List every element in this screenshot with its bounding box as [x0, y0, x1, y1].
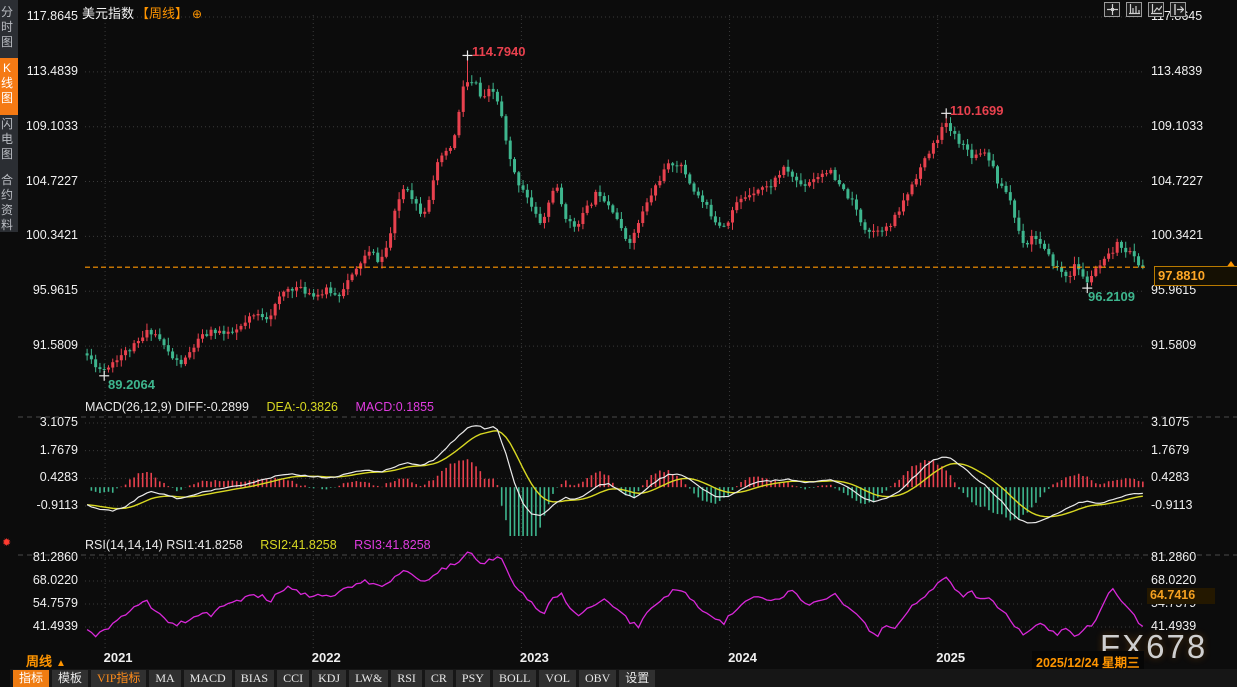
toolbar-button-设置[interactable]: 设置 [619, 670, 655, 687]
price-axis-tick-left: 117.8645 [14, 9, 78, 23]
trend-scale-icon[interactable] [1148, 2, 1164, 17]
crosshair-icon[interactable] [1104, 2, 1120, 17]
sidebar-tab-4[interactable]: 合约资料 [0, 170, 18, 243]
toolbar-button-CR[interactable]: CR [425, 670, 453, 687]
toolbar-button-CCI[interactable]: CCI [277, 670, 309, 687]
left-sidebar: 分时图K线图闪电图合约资料 ✹ [0, 0, 18, 649]
sidebar-tab-2[interactable]: K线图 [0, 58, 18, 115]
macd-dea-value: DEA:-0.3826 [266, 400, 338, 414]
annotation-low-2021: 89.2064 [108, 377, 155, 392]
price-axis-tick-left: 104.7227 [14, 174, 78, 188]
add-compare-icon[interactable]: ⊕ [192, 7, 202, 21]
toolbar-button-LW&[interactable]: LW& [349, 670, 388, 687]
macd-axis-tick-right: -0.9113 [1151, 498, 1192, 512]
rsi-panel-header: RSI(14,14,14) RSI1:41.8258 RSI2:41.8258 … [85, 538, 431, 552]
price-axis-tick-right: 91.5809 [1151, 338, 1196, 352]
rsi-axis-tick-left: 81.2860 [14, 550, 78, 564]
annotation-high-2025: 110.1699 [950, 103, 1004, 118]
rsi1-value: RSI(14,14,14) RSI1:41.8258 [85, 538, 243, 552]
toolbar-button-MA[interactable]: MA [149, 670, 180, 687]
price-axis-tick-right: 104.7227 [1151, 174, 1203, 188]
price-axis-tick-left: 95.9615 [14, 283, 78, 297]
rsi2-value: RSI2:41.8258 [260, 538, 336, 552]
period-selector[interactable]: 周线 ▲ [26, 651, 66, 670]
rsi-axis-tick-left: 68.0220 [14, 573, 78, 587]
period-arrow-icon: ▲ [56, 658, 66, 669]
symbol-name: 美元指数 [82, 6, 134, 21]
toolbar-button-MACD[interactable]: MACD [184, 670, 232, 687]
annotation-high-2022: 114.7940 [472, 44, 526, 59]
rsi-axis-tick-right: 68.0220 [1151, 573, 1196, 587]
toolbar-button-指标[interactable]: 指标 [13, 670, 49, 687]
macd-axis-tick-left: 3.1075 [14, 415, 78, 429]
period-tag: 【周线】 [136, 6, 188, 21]
toolbar-button-PSY[interactable]: PSY [456, 670, 490, 687]
macd-panel-header: MACD(26,12,9) DIFF:-0.2899 DEA:-0.3826 M… [85, 400, 434, 414]
sidebar-tab-3[interactable]: 闪电图 [0, 114, 18, 171]
macd-axis-tick-right: 0.4283 [1151, 470, 1189, 484]
price-axis-tick-left: 91.5809 [14, 338, 78, 352]
macd-axis-tick-right: 1.7679 [1151, 443, 1189, 457]
toolbar-button-BOLL[interactable]: BOLL [493, 670, 536, 687]
chart-app: 分时图K线图闪电图合约资料 ✹ 美元指数【周线】⊕ 117.8645117.86… [0, 0, 1237, 687]
rsi-axis-tick-right: 81.2860 [1151, 550, 1196, 564]
price-axis-tick-right: 113.4839 [1151, 64, 1202, 78]
live-indicator-icon[interactable]: ✹ [2, 536, 11, 549]
chart-canvas[interactable] [0, 0, 1237, 650]
macd-diff-value: MACD(26,12,9) DIFF:-0.2899 [85, 400, 249, 414]
rsi3-value: RSI3:41.8258 [354, 538, 430, 552]
pane-expand-icon[interactable] [1170, 2, 1186, 17]
xaxis-year-label: 2021 [88, 650, 148, 665]
toolbar-button-模板[interactable]: 模板 [52, 670, 88, 687]
macd-axis-tick-left: 1.7679 [14, 443, 78, 457]
period-selector-label: 周线 [26, 654, 52, 669]
toolbar-button-VIP指标[interactable]: VIP指标 [91, 670, 146, 687]
rsi-axis-marker: 64.7416 [1147, 588, 1215, 604]
axis-scale-icon[interactable] [1126, 2, 1142, 17]
price-axis-tick-left: 100.3421 [14, 228, 78, 242]
macd-axis-tick-left: 0.4283 [14, 470, 78, 484]
toolbar-button-KDJ[interactable]: KDJ [312, 670, 346, 687]
chart-toolbuttons [1104, 2, 1186, 17]
price-axis-tick-right: 109.1033 [1151, 119, 1203, 133]
xaxis-year-label: 2024 [713, 650, 773, 665]
toolbar-button-RSI[interactable]: RSI [391, 670, 422, 687]
xaxis-year-label: 2023 [504, 650, 564, 665]
sidebar-tab-1[interactable]: 分时图 [0, 2, 18, 59]
chart-title: 美元指数【周线】 ⊕ [82, 3, 202, 22]
annotation-low-2025: 96.2109 [1088, 289, 1135, 304]
xaxis-year-label: 2025 [921, 650, 981, 665]
toolbar-button-VOL[interactable]: VOL [539, 670, 576, 687]
current-price-label: 97.8810 [1154, 266, 1237, 286]
price-axis-tick-left: 109.1033 [14, 119, 78, 133]
macd-macd-value: MACD:0.1855 [356, 400, 435, 414]
price-axis-tick-left: 113.4839 [14, 64, 78, 78]
macd-axis-tick-right: 3.1075 [1151, 415, 1189, 429]
xaxis-year-label: 2022 [296, 650, 356, 665]
rsi-axis-tick-left: 54.7579 [14, 596, 78, 610]
macd-axis-tick-left: -0.9113 [14, 498, 78, 512]
toolbar-button-OBV[interactable]: OBV [579, 670, 616, 687]
price-axis-tick-right: 100.3421 [1151, 228, 1203, 242]
rsi-axis-tick-left: 41.4939 [14, 619, 78, 633]
indicator-toolbar: 指标模板VIP指标MAMACDBIASCCIKDJLW&RSICRPSYBOLL… [10, 669, 1237, 687]
toolbar-button-BIAS[interactable]: BIAS [235, 670, 274, 687]
